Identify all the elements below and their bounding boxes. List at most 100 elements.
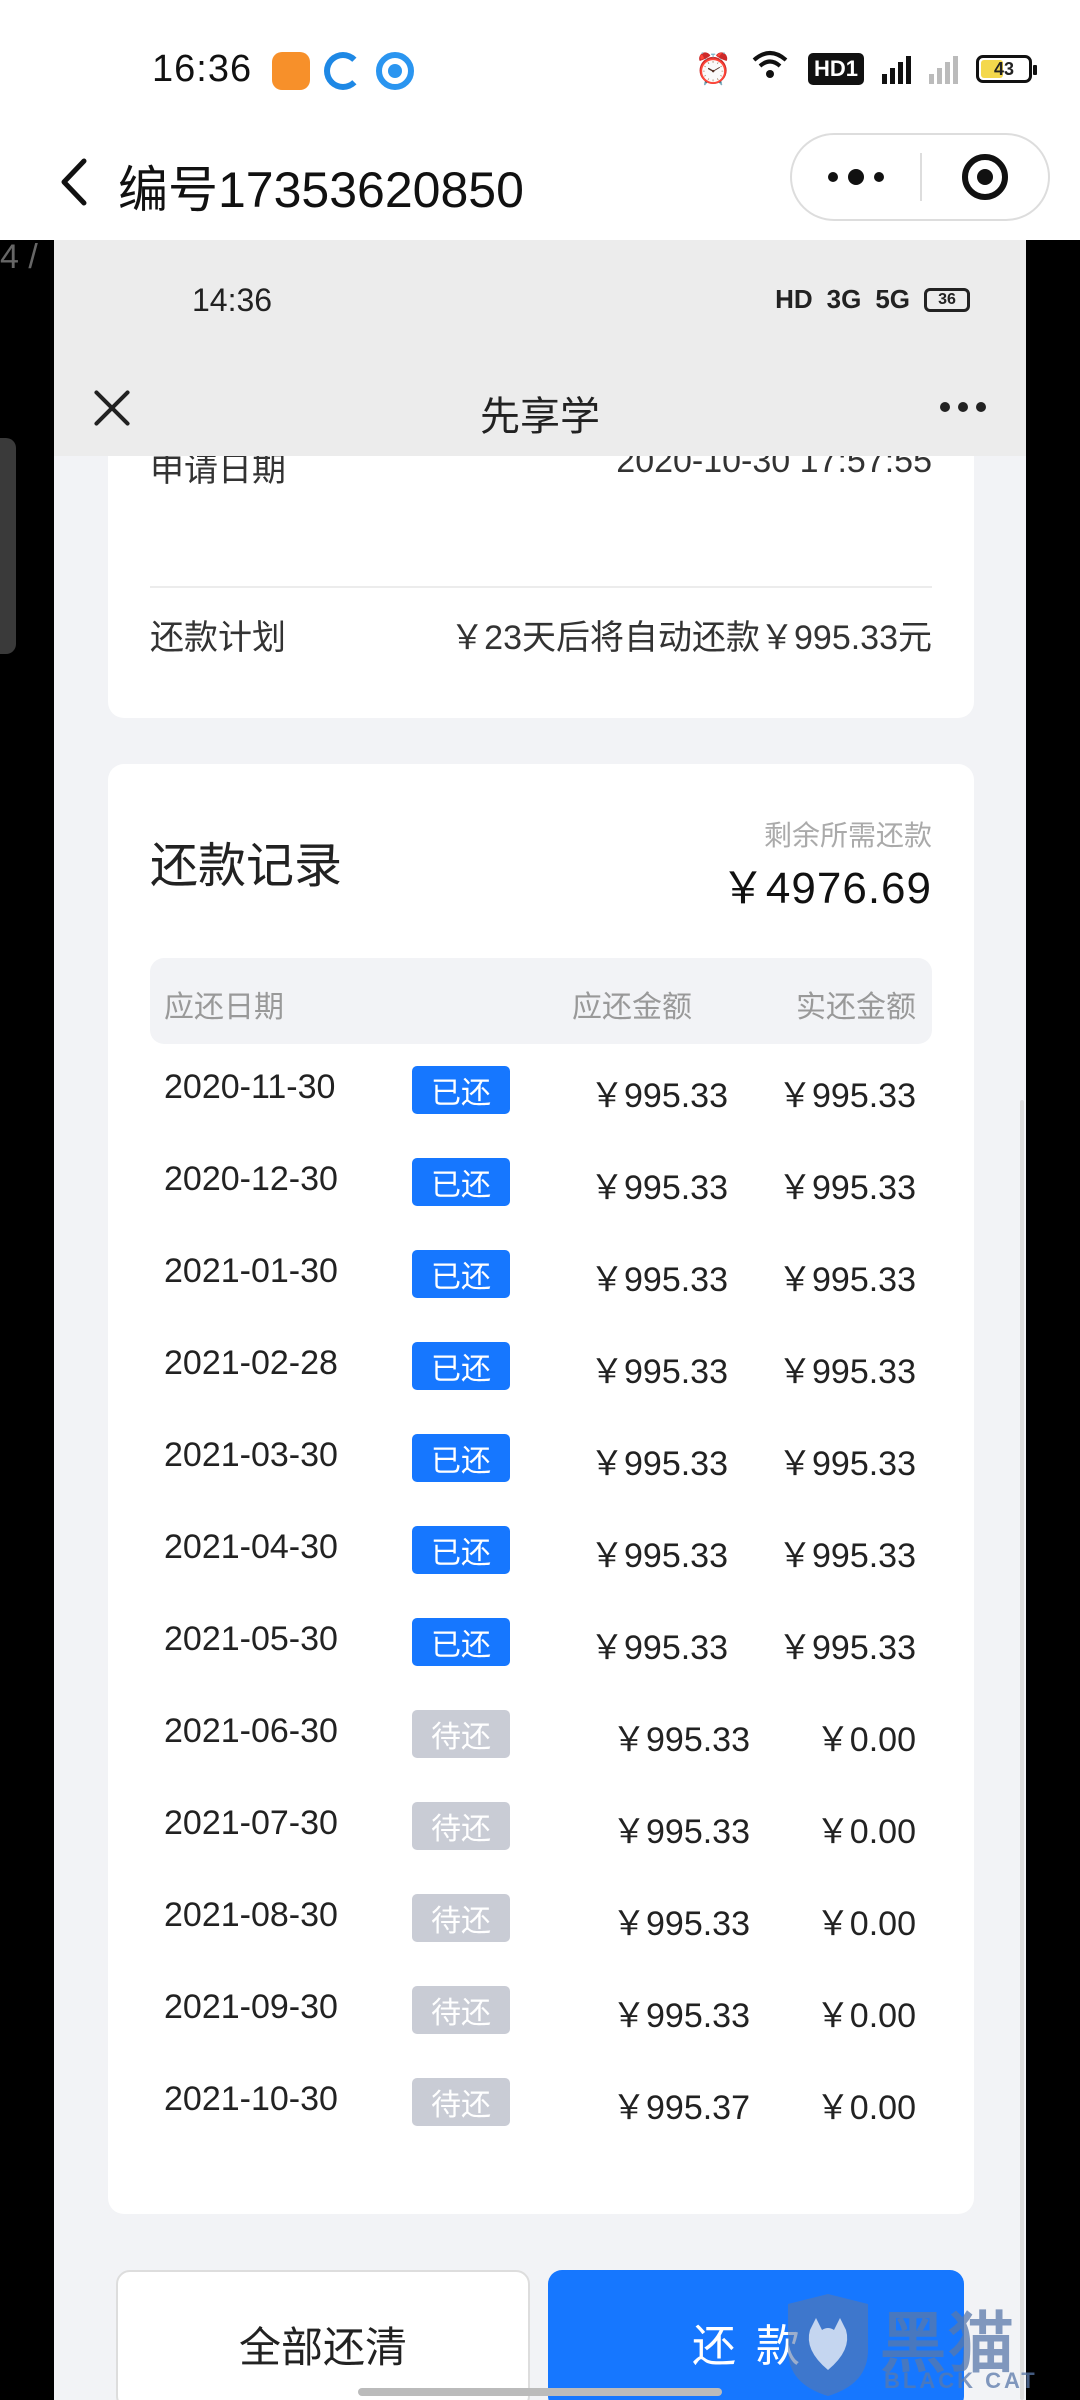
page-indicator: 4 / — [0, 238, 38, 276]
row-due-amount: ￥995.33 — [590, 1261, 728, 1299]
table-row: 2021-02-28 已还 ￥995.33 ￥995.33 — [150, 1320, 932, 1412]
row-paid-amount: ￥0.00 — [815, 1997, 916, 2035]
row-due-date: 2020-11-30 — [164, 1068, 336, 1106]
table-row: 2021-01-30 已还 ￥995.33 ￥995.33 — [150, 1228, 932, 1320]
apply-date-value: 2020-10-30 17:57:55 — [616, 456, 932, 480]
inner-battery-icon: 36 — [924, 287, 970, 312]
side-handle[interactable] — [0, 438, 16, 654]
status-badge: 已还 — [412, 1342, 510, 1390]
inner-nav-bar: 先享学 — [54, 360, 1026, 456]
home-indicator[interactable] — [358, 2388, 722, 2396]
app-notification-icon — [272, 52, 310, 90]
target-icon — [962, 154, 1008, 200]
loan-info-card: 申请日期 2020-10-30 17:57:55 还款计划 ￥23天后将自动还款… — [108, 456, 974, 718]
apply-date-row: 申请日期 2020-10-30 17:57:55 — [150, 456, 932, 491]
table-row: 2021-08-30 待还 ￥995.33 ￥0.00 — [150, 1872, 932, 1964]
row-due-amount: ￥995.33 — [612, 1997, 750, 2035]
table-row: 2020-11-30 已还 ￥995.33 ￥995.33 — [150, 1044, 932, 1136]
divider — [150, 586, 932, 588]
title-bar: 编号17353620850 — [0, 125, 1080, 240]
inner-signal-3g-icon: 3G — [826, 284, 862, 314]
row-due-amount: ￥995.33 — [590, 1537, 728, 1575]
status-badge: 已还 — [412, 1250, 510, 1298]
row-due-date: 2021-10-30 — [164, 2080, 338, 2118]
status-badge: 已还 — [412, 1526, 510, 1574]
more-icon[interactable] — [940, 402, 986, 412]
status-badge: 待还 — [412, 2078, 510, 2126]
row-due-amount: ￥995.33 — [590, 1077, 728, 1115]
black-cat-logo-icon — [788, 2294, 868, 2396]
repayment-plan-value: ￥23天后将自动还款￥995.33元 — [450, 619, 932, 657]
table-row: 2021-10-30 待还 ￥995.37 ￥0.00 — [150, 2056, 932, 2148]
status-badge: 已还 — [412, 1618, 510, 1666]
chevron-left-icon — [61, 158, 87, 206]
back-button[interactable] — [38, 147, 108, 217]
status-badge: 已还 — [412, 1066, 510, 1114]
row-due-amount: ￥995.33 — [590, 1629, 728, 1667]
row-due-amount: ￥995.33 — [590, 1445, 728, 1483]
alarm-icon: ⏰ — [694, 52, 732, 86]
page-title: 编号17353620850 — [118, 162, 524, 218]
header-due-date: 应还日期 — [164, 991, 284, 1024]
embedded-screenshot: 14:36 HD 3G 5G 36 先享学 申请日期 2020-10-30 17… — [54, 240, 1026, 2400]
row-due-amount: ￥995.37 — [612, 2089, 750, 2127]
watermark: 黑猫 BLACK CAT — [780, 2290, 1080, 2400]
table-row: 2021-04-30 已还 ￥995.33 ￥995.33 — [150, 1504, 932, 1596]
row-paid-amount: ￥0.00 — [815, 1813, 916, 1851]
header-paid-amount: 实还金额 — [796, 991, 916, 1024]
circle-notification-icon — [376, 52, 414, 90]
row-due-date: 2021-07-30 — [164, 1804, 338, 1842]
inner-status-time: 14:36 — [192, 282, 273, 318]
close-miniprogram-button[interactable] — [922, 135, 1048, 219]
status-badge: 已还 — [412, 1158, 510, 1206]
row-due-amount: ￥995.33 — [612, 1905, 750, 1943]
row-paid-amount: ￥995.33 — [778, 1261, 916, 1299]
watermark-subtext: BLACK CAT — [884, 2368, 1038, 2393]
signal-5g-icon — [882, 54, 911, 84]
row-due-amount: ￥995.33 — [612, 1813, 750, 1851]
inner-system-icons: HD 3G 5G 36 — [775, 284, 970, 315]
status-badge: 待还 — [412, 1986, 510, 2034]
row-paid-amount: ￥995.33 — [778, 1537, 916, 1575]
inner-page-title: 先享学 — [480, 395, 600, 439]
repayment-plan-row: 还款计划 ￥23天后将自动还款￥995.33元 — [150, 610, 932, 659]
inner-signal-5g-icon: 5G — [875, 284, 910, 314]
row-due-amount: ￥995.33 — [590, 1353, 728, 1391]
table-row: 2021-06-30 待还 ￥995.33 ￥0.00 — [150, 1688, 932, 1780]
table-row: 2020-12-30 已还 ￥995.33 ￥995.33 — [150, 1136, 932, 1228]
wifi-icon — [750, 50, 790, 88]
row-due-date: 2021-05-30 — [164, 1620, 338, 1658]
row-paid-amount: ￥0.00 — [815, 1905, 916, 1943]
table-row: 2021-03-30 已还 ￥995.33 ￥995.33 — [150, 1412, 932, 1504]
row-due-date: 2020-12-30 — [164, 1160, 338, 1198]
status-badge: 待还 — [412, 1894, 510, 1942]
records-title: 还款记录 — [150, 840, 343, 893]
browser-notification-icon — [324, 52, 362, 90]
battery-icon: 43 — [976, 55, 1037, 83]
remaining-label: 剩余所需还款 — [763, 820, 932, 851]
inner-hd-icon: HD — [775, 284, 813, 314]
outer-status-bar: 16:36 ⏰ HD1 43 — [0, 0, 1080, 125]
header-due-amount: 应还金额 — [572, 991, 692, 1024]
table-row: 2021-07-30 待还 ￥995.33 ￥0.00 — [150, 1780, 932, 1872]
system-icons: ⏰ HD1 43 — [694, 50, 1037, 88]
hd-icon: HD1 — [807, 53, 864, 85]
row-due-amount: ￥995.33 — [590, 1169, 728, 1207]
row-paid-amount: ￥995.33 — [778, 1169, 916, 1207]
capsule-menu — [790, 133, 1050, 221]
row-paid-amount: ￥995.33 — [778, 1353, 916, 1391]
row-due-date: 2021-01-30 — [164, 1252, 338, 1290]
apply-date-label: 申请日期 — [150, 456, 286, 489]
status-badge: 待还 — [412, 1802, 510, 1850]
row-due-date: 2021-03-30 — [164, 1436, 338, 1474]
remaining-amount: ￥4976.69 — [720, 864, 932, 913]
row-paid-amount: ￥0.00 — [815, 2089, 916, 2127]
table-body: 2020-11-30 已还 ￥995.33 ￥995.33 2020-12-30 已还 ￥9… — [150, 1044, 932, 2148]
row-due-date: 2021-02-28 — [164, 1344, 338, 1382]
repayment-records-card: 还款记录 剩余所需还款 ￥4976.69 应还日期 应还金额 实还金额 2020… — [108, 764, 974, 2214]
row-paid-amount: ￥995.33 — [778, 1629, 916, 1667]
row-paid-amount: ￥995.33 — [778, 1445, 916, 1483]
more-button[interactable] — [792, 135, 920, 219]
pay-off-all-button[interactable]: 全部还清 — [116, 2270, 530, 2400]
scrollbar[interactable] — [1020, 1100, 1024, 2400]
